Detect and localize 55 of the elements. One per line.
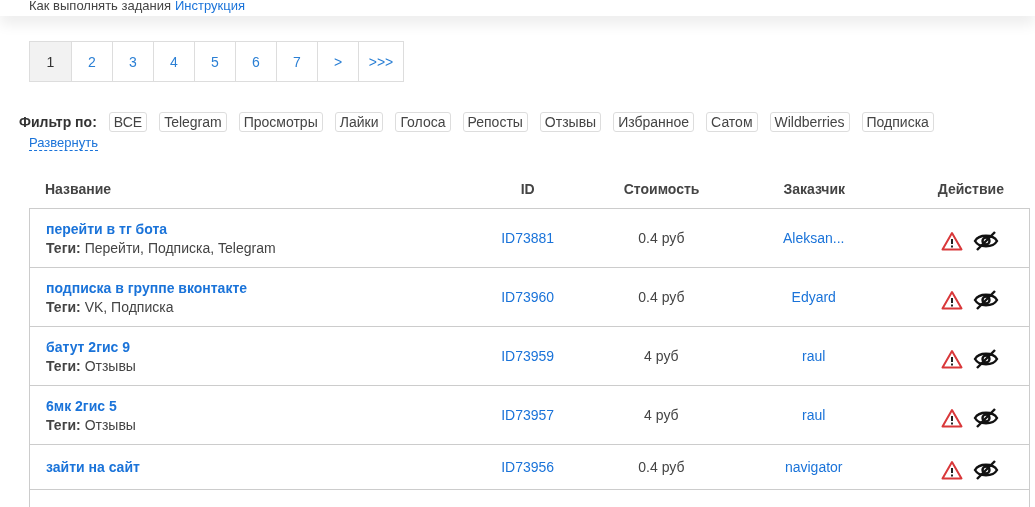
filter-tag[interactable]: Подписка [861,112,934,132]
hidden-eye-icon[interactable] [973,459,999,481]
page-link[interactable]: 1 [30,42,71,81]
task-tags: Теги: VK, Подписка [46,298,450,315]
column-header: Стоимость [622,181,701,197]
task-title-link[interactable]: 6мк 2гис 5 [46,397,450,414]
task-tags: Теги: Отзывы [46,416,450,433]
task-tags: Теги: Перейти, Подписка, Telegram [46,239,450,256]
customer-link[interactable]: Aleksan... [783,230,845,246]
filter-tag[interactable]: Wildberries [769,112,850,132]
column-header: ID [519,181,536,197]
warning-icon[interactable] [941,231,963,251]
price-text: 4 руб [644,348,679,364]
filter-tag[interactable]: Репосты [462,112,528,132]
expand-link[interactable]: Развернуть [29,136,98,151]
column-header: Действие [936,181,1005,197]
customer-link[interactable]: raul [802,348,826,364]
filter-tag[interactable]: ВСЕ [108,112,148,132]
filter-tag[interactable]: Сатом [706,112,758,132]
filter-tag[interactable]: Просмотры [238,112,323,132]
task-title-link[interactable]: батут 2гис 9 [46,338,450,355]
price-text: 4 руб [644,407,679,423]
warning-icon[interactable] [941,408,963,428]
filter-tag[interactable]: Избранное [613,112,695,132]
warning-icon[interactable] [941,349,963,369]
filter-tag[interactable]: Лайки [334,112,384,132]
hidden-eye-icon[interactable] [973,289,999,311]
task-title-link[interactable]: перейти в тг бота [46,220,450,237]
filter-tag[interactable]: Отзывы [539,112,602,132]
task-title-link[interactable]: зайти на сайт [46,459,450,475]
customer-link[interactable]: navigator [784,459,843,475]
price-text: 0.4 руб [638,230,685,246]
task-id-link[interactable]: ID73957 [501,407,555,423]
warning-icon[interactable] [941,460,963,480]
column-header: Заказчик [782,181,847,197]
customer-link[interactable]: raul [802,407,826,423]
filter-label: Фильтр по: [19,114,97,130]
task-id-link[interactable]: ID73956 [501,459,555,475]
column-header: Название [44,181,113,197]
customer-link[interactable]: Edyard [791,289,836,305]
instructions-link[interactable]: Инструкция [174,0,245,12]
price-text: 0.4 руб [638,459,685,475]
task-id-link[interactable]: ID73881 [501,230,555,246]
hidden-eye-icon[interactable] [973,407,999,429]
hidden-eye-icon[interactable] [973,230,999,252]
hidden-eye-icon[interactable] [973,348,999,370]
task-id-link[interactable]: ID73960 [501,289,555,305]
task-id-link[interactable]: ID73959 [501,348,555,364]
filter-tag[interactable]: Telegram [159,112,227,132]
task-title-link[interactable]: подписка в группе вконтакте [46,279,450,296]
price-text: 0.4 руб [638,289,685,305]
instructions-text: Как выполнять задания [29,0,171,12]
task-tags: Теги: Отзывы [46,357,450,374]
warning-icon[interactable] [941,290,963,310]
filter-tag[interactable]: Голоса [395,112,451,132]
